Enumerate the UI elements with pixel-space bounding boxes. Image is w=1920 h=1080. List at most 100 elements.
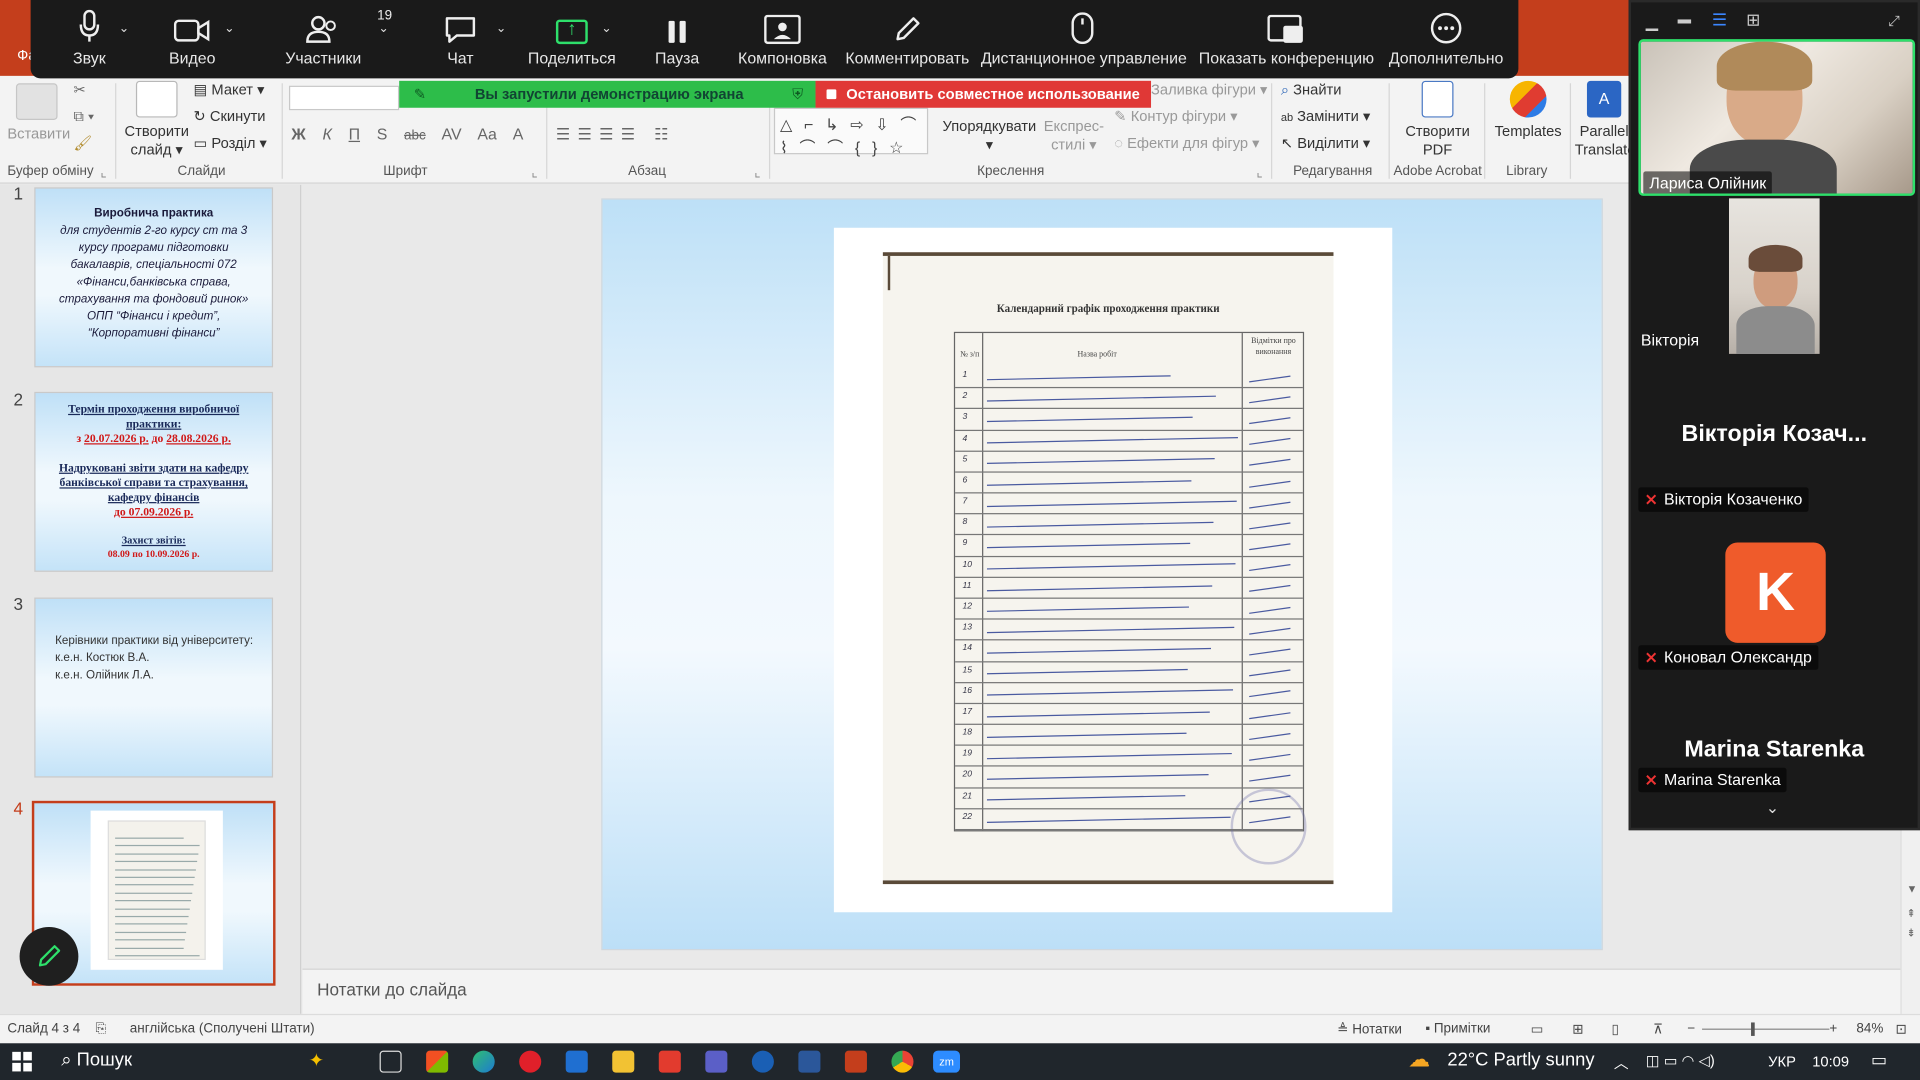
task-view-icon[interactable]	[379, 1050, 402, 1073]
chat-button[interactable]: Чат	[430, 0, 491, 78]
file-explorer-icon[interactable]	[612, 1050, 635, 1073]
zoom-app-icon[interactable]: zm	[933, 1050, 961, 1073]
font-launcher-icon[interactable]: ⌞	[531, 164, 537, 180]
clipboard-launcher-icon[interactable]: ⌞	[100, 164, 106, 180]
copy-icon[interactable]: ⧉ ▾	[73, 108, 94, 126]
select-button[interactable]: ↖ Виділити ▾	[1281, 135, 1370, 152]
scroll-down-arrow-icon[interactable]: ▼	[1907, 883, 1918, 895]
slideshow-icon[interactable]: ⊼	[1653, 1021, 1663, 1037]
slide-sorter-icon[interactable]: ⊞	[1572, 1021, 1583, 1037]
arrange-button[interactable]: Упорядкувати ▾	[938, 118, 1041, 155]
slide-thumbnail-3[interactable]: Керівники практики від університету: к.е…	[34, 597, 274, 778]
wps-icon[interactable]	[658, 1050, 681, 1073]
participant-tile-starenka[interactable]: ⨯ Marina Starenka	[1638, 767, 1787, 793]
notifications-icon[interactable]: ▭	[1871, 1049, 1887, 1070]
gallery-strip-icon[interactable]: ▬	[1678, 12, 1691, 27]
participant-video-larysa[interactable]: Лариса Олійник	[1638, 39, 1916, 196]
format-painter-icon[interactable]: 🖌	[73, 135, 92, 152]
char-spacing-button[interactable]: AV	[442, 125, 462, 143]
slide-thumbnail-2[interactable]: Термін проходження виробничої практики: …	[34, 391, 274, 572]
stop-sharing-button[interactable]: Остановить совместное использование	[815, 80, 1152, 108]
share-screen-button[interactable]: Поделиться	[523, 0, 621, 78]
comments-toggle[interactable]: ▪ Примітки	[1425, 1021, 1490, 1036]
find-button[interactable]: ⌕ Знайти	[1281, 81, 1342, 99]
windows-start-icon[interactable]	[12, 1051, 32, 1072]
replace-button[interactable]: ab Замінити ▾	[1281, 108, 1371, 125]
powerpoint-icon[interactable]	[844, 1050, 867, 1073]
clock[interactable]: 10:09	[1812, 1053, 1849, 1070]
participants-button[interactable]: Участники	[276, 0, 372, 78]
shape-effects-button[interactable]: ◌ Ефекти для фігур ▾	[1114, 135, 1259, 152]
taskbar-search[interactable]: ⌕ Пошук	[61, 1049, 132, 1070]
opera-icon[interactable]	[519, 1050, 542, 1073]
pause-share-button[interactable]: Пауза	[643, 0, 712, 78]
zoom-in-icon[interactable]: +	[1829, 1021, 1837, 1036]
layout-button[interactable]: ▤ Макет ▾	[193, 81, 264, 98]
italic-button[interactable]: К	[323, 125, 332, 143]
chat-options-caret[interactable]: ⌄	[496, 22, 506, 35]
previous-slide-icon[interactable]: ⇞	[1907, 907, 1916, 920]
reading-view-icon[interactable]: ▯	[1611, 1021, 1618, 1037]
templates-button[interactable]: Templates	[1489, 80, 1567, 141]
input-language[interactable]: УКР	[1768, 1053, 1796, 1070]
paragraph-launcher-icon[interactable]: ⌞	[754, 164, 760, 180]
change-case-button[interactable]: Aa	[477, 125, 496, 143]
store-icon[interactable]	[426, 1050, 449, 1073]
notes-pane[interactable]: Нотатки до слайда	[302, 968, 1901, 1014]
audio-options-caret[interactable]: ⌄	[119, 22, 129, 35]
new-slide-button[interactable]: Створити слайд ▾	[122, 80, 191, 159]
fit-to-window-icon[interactable]: ⊡	[1896, 1021, 1907, 1037]
font-name-input[interactable]	[288, 85, 400, 111]
section-button[interactable]: ▭ Розділ ▾	[193, 135, 266, 152]
mail-icon[interactable]	[565, 1050, 588, 1073]
font-color-button[interactable]: A	[513, 125, 524, 143]
shadow-button[interactable]: S	[377, 125, 388, 143]
strikethrough-button[interactable]: abc	[404, 129, 426, 144]
weather-text[interactable]: 22°C Partly sunny	[1447, 1049, 1594, 1070]
annotate-button[interactable]: Комментировать	[844, 0, 971, 78]
video-button[interactable]: Видео	[158, 0, 227, 78]
chrome-icon[interactable]	[891, 1050, 914, 1073]
copilot-sparkle-icon[interactable]: ✦	[309, 1049, 324, 1072]
shapes-gallery[interactable]: △ ⌐ ↳ ⇨ ⇩ ⌒ ⌇ ⌒ ⌒ { } ☆	[773, 107, 929, 157]
audio-button[interactable]: Звук	[58, 0, 122, 78]
slide-thumbnail-1[interactable]: Виробнича практика для студентів 2-го ку…	[34, 187, 274, 368]
underline-button[interactable]: П	[349, 125, 360, 143]
tray-expand-icon[interactable]: ︿	[1614, 1052, 1629, 1073]
video-options-caret[interactable]: ⌄	[224, 22, 234, 35]
edge-icon[interactable]	[472, 1050, 495, 1073]
more-button[interactable]: Дополнительно	[1387, 0, 1505, 78]
participant-tile-konoval[interactable]: ⨯ Коновал Олександр	[1638, 645, 1818, 670]
layout-button[interactable]: Компоновка	[733, 0, 831, 78]
minimize-icon[interactable]: ▁	[1646, 12, 1658, 32]
language-indicator[interactable]: англійська (Сполучені Штати)	[130, 1021, 315, 1036]
speaker-view-icon[interactable]: ☰	[1712, 10, 1727, 31]
webex-icon[interactable]	[751, 1050, 774, 1073]
notes-toggle[interactable]: ≜ Нотатки	[1337, 1021, 1402, 1037]
participant-video-viktoriia[interactable]	[1728, 198, 1820, 354]
next-slide-icon[interactable]: ⇟	[1907, 927, 1916, 940]
document-photo[interactable]: Календарний графік проходження практики …	[833, 227, 1393, 913]
word-icon[interactable]	[798, 1050, 821, 1073]
reset-button[interactable]: ↻ Скинути	[193, 108, 265, 125]
paste-button[interactable]: Вставити	[7, 83, 70, 143]
zoom-out-icon[interactable]: −	[1687, 1021, 1695, 1036]
annotation-pen-button[interactable]	[19, 926, 79, 986]
cut-icon[interactable]: ✂	[73, 81, 85, 98]
participants-options-caret[interactable]: ⌄	[378, 22, 388, 35]
shape-outline-button[interactable]: ✎ Контур фігури ▾	[1114, 108, 1237, 125]
participant-tile-kozachenko[interactable]: ⨯ Вікторія Козаченко	[1638, 487, 1809, 512]
quick-styles-button[interactable]: Експрес- стилі ▾	[1041, 118, 1107, 155]
shape-fill-button[interactable]: Заливка фігури ▾	[1151, 81, 1267, 98]
normal-view-icon[interactable]: ▭	[1531, 1021, 1544, 1037]
chevron-down-icon[interactable]: ⌄	[1766, 798, 1779, 818]
align-buttons[interactable]: ☰☰☰☰ ☷	[556, 125, 676, 145]
zoom-slider[interactable]	[1702, 1022, 1830, 1036]
grid-view-icon[interactable]: ⊞	[1746, 10, 1760, 31]
zoom-level[interactable]: 84%	[1856, 1021, 1883, 1036]
network-icon[interactable]: ◫ ▭ ◠ ◁)	[1646, 1052, 1715, 1069]
parallel-translate-button[interactable]: A Parallel Translate	[1575, 80, 1635, 159]
teams-icon[interactable]	[705, 1050, 728, 1073]
bold-button[interactable]: Ж	[291, 125, 305, 143]
drawing-launcher-icon[interactable]: ⌞	[1256, 164, 1262, 180]
